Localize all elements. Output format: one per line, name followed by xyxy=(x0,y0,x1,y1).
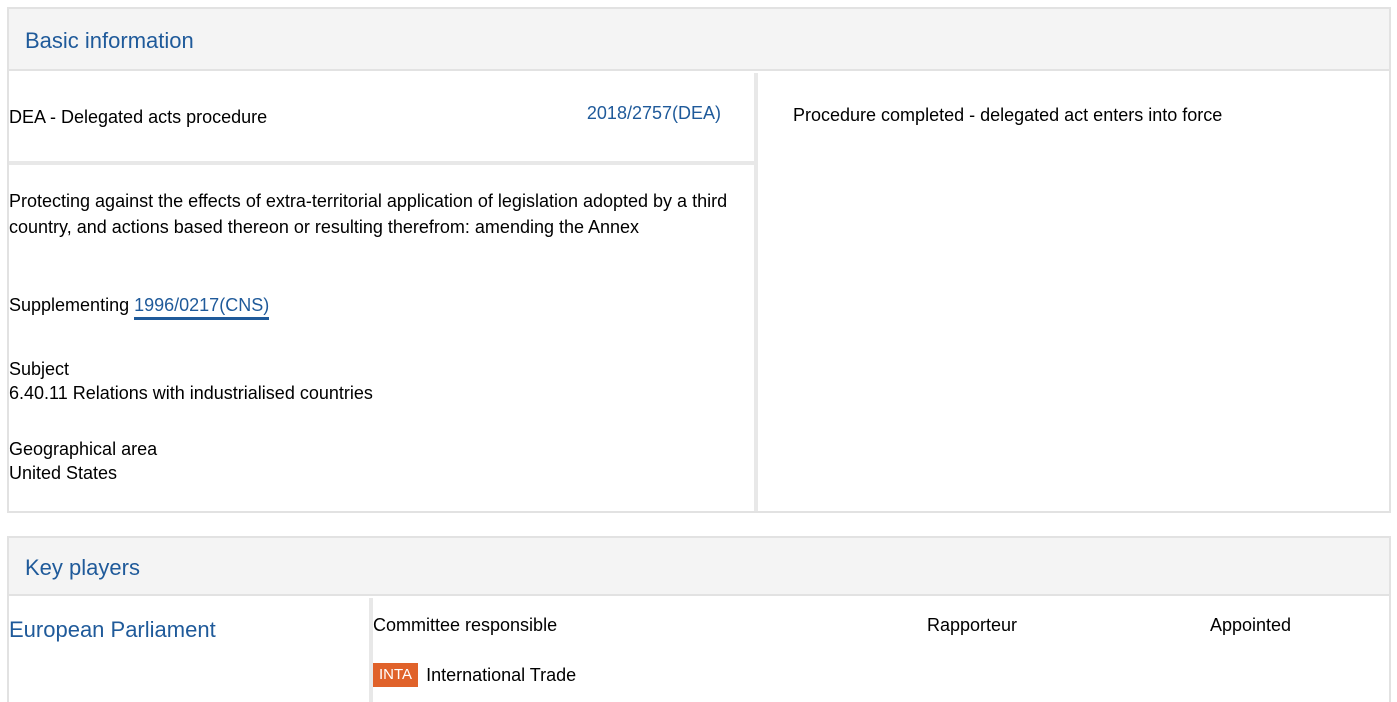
supplementing-label: Supplementing xyxy=(9,295,130,315)
geographical-area-label: Geographical area xyxy=(9,439,158,459)
rapporteur-header: Rapporteur xyxy=(927,615,1018,635)
basic-information-panel: Basic information DEA - Delegated acts p… xyxy=(7,7,1391,513)
subject-label: Subject xyxy=(9,359,70,379)
subject-value: 6.40.11 Relations with industrialised co… xyxy=(9,383,373,403)
committee-name: International Trade xyxy=(426,664,577,685)
committee-responsible-header: Committee responsible xyxy=(373,615,558,635)
basic-information-header[interactable]: Basic information xyxy=(9,9,1389,71)
committee-row: INTA International Trade xyxy=(373,663,576,687)
key-players-panel: Key players European Parliament Committe… xyxy=(7,536,1391,702)
procedure-type: DEA - Delegated acts procedure xyxy=(9,107,268,127)
procedure-type-row: DEA - Delegated acts procedure 2018/2757… xyxy=(9,73,754,165)
supplementing-link[interactable]: 1996/0217(CNS) xyxy=(134,295,270,320)
basic-information-body: DEA - Delegated acts procedure 2018/2757… xyxy=(9,73,1389,511)
basic-right-column: Procedure completed - delegated act ente… xyxy=(762,73,1389,511)
procedure-description: Protecting against the effects of extra-… xyxy=(9,191,728,237)
appointed-header: Appointed xyxy=(1210,615,1292,635)
european-parliament-link[interactable]: European Parliament xyxy=(9,617,216,643)
procedure-reference-link[interactable]: 2018/2757(DEA) xyxy=(587,103,721,124)
basic-information-title: Basic information xyxy=(25,28,194,53)
committee-code-badge[interactable]: INTA xyxy=(373,663,419,687)
geographical-area-value: United States xyxy=(9,463,118,483)
procedure-status: Procedure completed - delegated act ente… xyxy=(793,105,1223,125)
key-players-header[interactable]: Key players xyxy=(9,538,1389,596)
supplementing-row: Supplementing 1996/0217(CNS) xyxy=(9,295,270,320)
key-players-title: Key players xyxy=(25,555,140,580)
basic-left-column: DEA - Delegated acts procedure 2018/2757… xyxy=(9,73,758,511)
